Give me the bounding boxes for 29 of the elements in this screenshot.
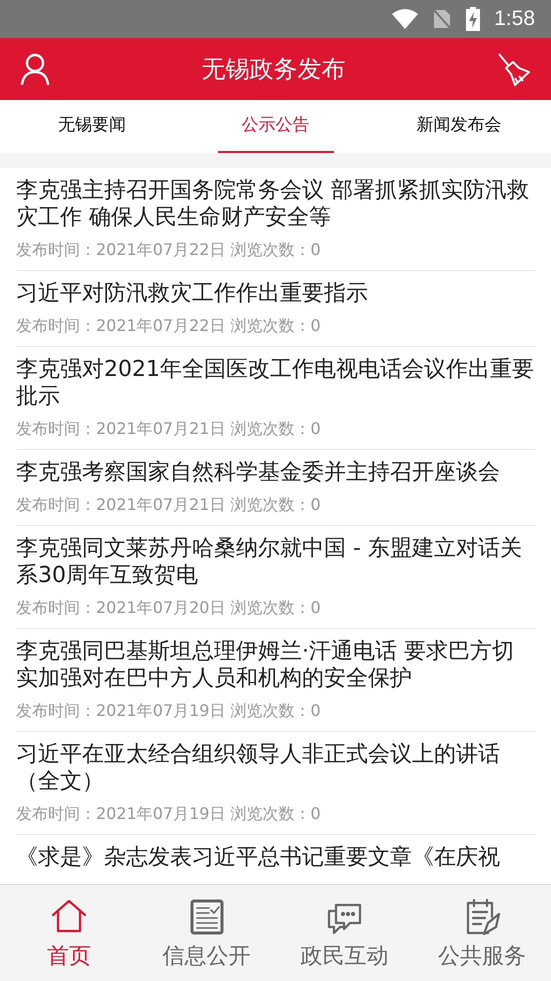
broom-icon[interactable] bbox=[497, 52, 531, 86]
news-meta: 发布时间：2021年07月22日 浏览次数：0 bbox=[16, 239, 322, 261]
news-title[interactable]: 习近平在亚太经合组织领导人非正式会议上的讲话（全文） bbox=[16, 741, 535, 795]
news-meta: 发布时间：2021年07月22日 浏览次数：0 bbox=[16, 315, 322, 337]
news-title[interactable]: 李克强同文莱苏丹哈桑纳尔就中国 - 东盟建立对话关系30周年互致贺电 bbox=[16, 535, 535, 589]
app-title: 无锡政务发布 bbox=[202, 54, 346, 85]
wifi-icon bbox=[392, 9, 418, 29]
news-meta: 发布时间：2021年07月19日 浏览次数：0 bbox=[16, 700, 322, 722]
news-title[interactable]: 《求是》杂志发表习近平总书记重要文章《在庆祝 bbox=[16, 844, 535, 871]
news-meta: 发布时间：2021年07月19日 浏览次数：0 bbox=[16, 803, 322, 825]
tab[interactable]: 公示公告 bbox=[184, 100, 368, 153]
news-title[interactable]: 李克强同巴基斯坦总理伊姆兰·汗通电话 要求巴方切实加强对在巴中方人员和机构的安全保护 bbox=[16, 638, 535, 692]
user-icon[interactable] bbox=[20, 53, 50, 85]
news-meta: 发布时间：2021年07月21日 浏览次数：0 bbox=[16, 494, 322, 516]
news-title[interactable]: 李克强考察国家自然科学基金委并主持召开座谈会 bbox=[16, 459, 535, 486]
tab[interactable]: 无锡要闻 bbox=[0, 100, 184, 153]
nav-item[interactable]: 政民互动 bbox=[276, 885, 414, 981]
tab[interactable]: 新闻发布会 bbox=[367, 100, 551, 153]
news-meta: 发布时间：2021年07月20日 浏览次数：0 bbox=[16, 597, 322, 619]
news-meta: 发布时间：2021年07月21日 浏览次数：0 bbox=[16, 418, 322, 440]
news-title[interactable]: 李克强主持召开国务院常务会议 部署抓紧抓实防汛救灾工作 确保人民生命财产安全等 bbox=[16, 177, 535, 231]
nav-item[interactable]: 公共服务 bbox=[413, 885, 551, 981]
news-title[interactable]: 习近平对防汛救灾工作作出重要指示 bbox=[16, 280, 535, 307]
nav-item[interactable]: 首页 bbox=[0, 885, 138, 981]
battery-charging-icon bbox=[466, 7, 480, 31]
status-time: 1:58 bbox=[494, 6, 535, 32]
news-title[interactable]: 李克强对2021年全国医改工作电视电话会议作出重要批示 bbox=[16, 356, 535, 410]
no-sim-icon bbox=[432, 8, 452, 30]
nav-item[interactable]: 信息公开 bbox=[138, 885, 276, 981]
